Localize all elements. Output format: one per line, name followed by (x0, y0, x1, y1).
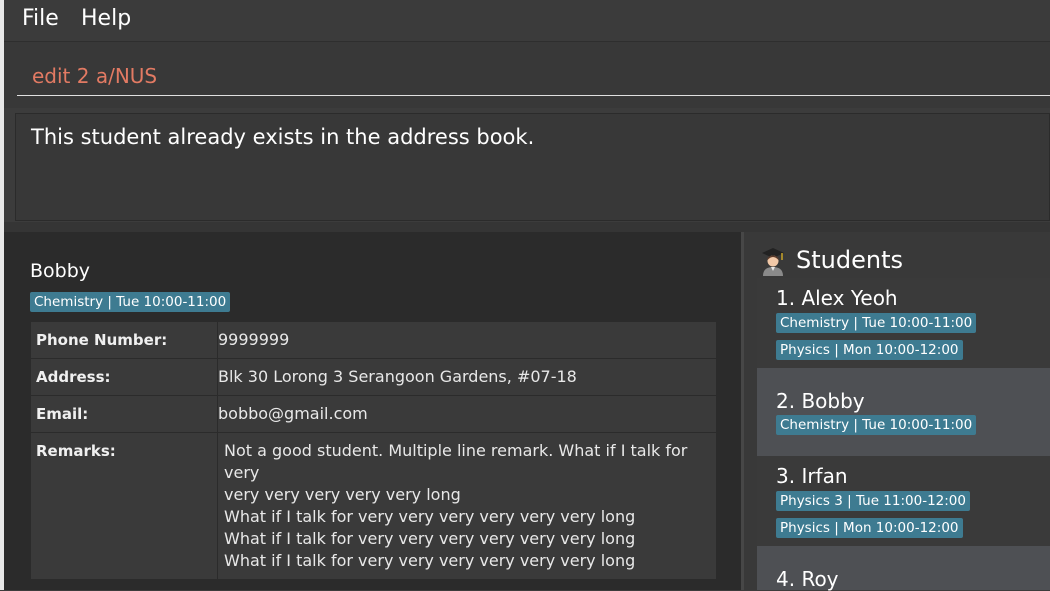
detail-info-table: Phone Number: 9999999 Address: Blk 30 Lo… (30, 321, 717, 580)
phone-label: Phone Number: (30, 321, 218, 359)
remark-line: What if I talk for very very very very v… (224, 551, 636, 570)
menu-bar: File Help (4, 0, 1050, 42)
phone-row: Phone Number: 9999999 (30, 321, 717, 359)
remark-line: very very very very very long (224, 485, 461, 504)
student-card-tag: Physics | Mon 10:00-12:00 (776, 518, 963, 538)
student-card-name: 1. Alex Yeoh (776, 286, 898, 310)
student-card-2-selected[interactable]: 2. Bobby Chemistry | Tue 10:00-11:00 (757, 368, 1050, 456)
address-value: Blk 30 Lorong 3 Serangoon Gardens, #07-1… (217, 358, 717, 396)
detail-class-tag: Chemistry | Tue 10:00-11:00 (30, 292, 231, 312)
student-card-tag: Chemistry | Tue 10:00-11:00 (776, 415, 977, 435)
address-label: Address: (30, 358, 218, 396)
email-row: Email: bobbo@gmail.com (30, 395, 717, 433)
student-card-tag: Physics | Mon 10:00-12:00 (776, 340, 963, 360)
student-card-1[interactable]: 1. Alex Yeoh Chemistry | Tue 10:00-11:00… (757, 278, 1050, 368)
command-box (4, 42, 1050, 108)
address-row: Address: Blk 30 Lorong 3 Serangoon Garde… (30, 358, 717, 396)
remark-line: What if I talk for very very very very v… (224, 507, 636, 526)
remarks-row: Remarks: Not a good student. Multiple li… (30, 432, 717, 580)
student-graduate-icon (762, 248, 784, 276)
student-card-tag: Chemistry | Tue 10:00-11:00 (776, 313, 977, 333)
menu-file[interactable]: File (22, 6, 59, 31)
remark-line: Not a good student. Multiple line remark… (224, 441, 688, 482)
list-title: Students (796, 246, 903, 274)
menu-help[interactable]: Help (81, 6, 131, 31)
remark-line: What if I talk for very very very very v… (224, 529, 636, 548)
detail-student-name: Bobby (30, 260, 91, 282)
student-list-panel: Students 1. Alex Yeoh Chemistry | Tue 10… (744, 232, 1050, 591)
student-card-name: 4. Roy (776, 567, 839, 591)
result-display[interactable]: This student already exists in the addre… (15, 113, 1050, 221)
email-label: Email: (30, 395, 218, 433)
remarks-label: Remarks: (30, 432, 218, 580)
student-card-name: 2. Bobby (776, 389, 865, 413)
student-card-4[interactable]: 4. Roy (757, 546, 1050, 591)
student-card-3[interactable]: 3. Irfan Physics 3 | Tue 11:00-12:00 Phy… (757, 456, 1050, 546)
student-detail-panel: Bobby Chemistry | Tue 10:00-11:00 Phone … (4, 232, 741, 590)
phone-value: 9999999 (217, 321, 717, 359)
student-card-name: 3. Irfan (776, 464, 848, 488)
result-message: This student already exists in the addre… (31, 125, 535, 149)
remarks-value: Not a good student. Multiple line remark… (217, 432, 717, 580)
student-card-tag: Physics 3 | Tue 11:00-12:00 (776, 491, 970, 511)
command-input[interactable] (17, 56, 1050, 96)
email-value: bobbo@gmail.com (217, 395, 717, 433)
split-divider[interactable] (4, 222, 1050, 232)
